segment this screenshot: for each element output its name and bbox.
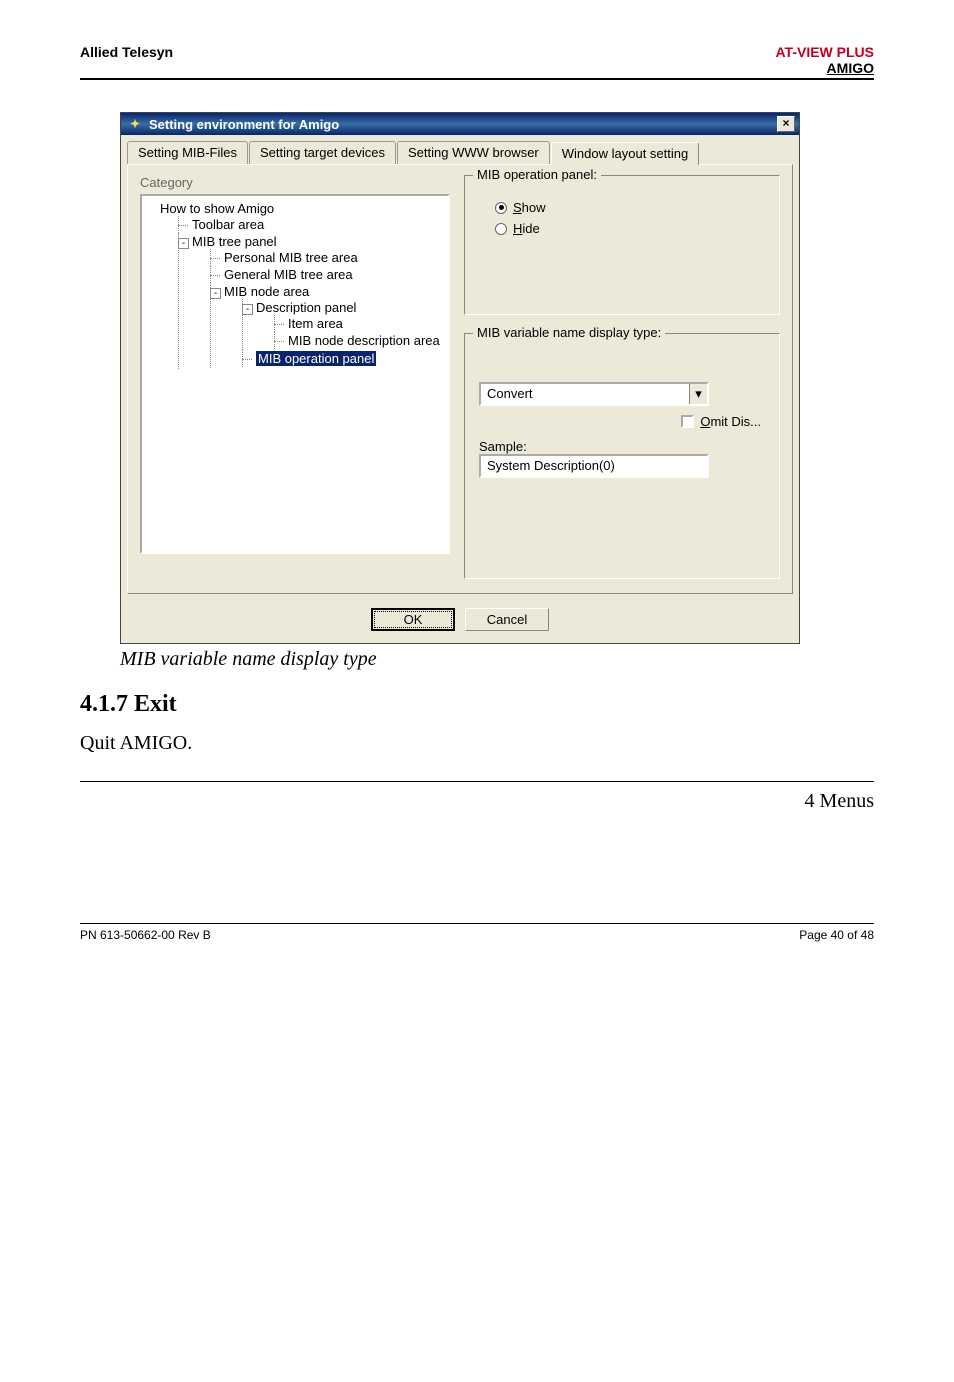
- section-heading: 4.1.7 Exit: [80, 691, 874, 718]
- display-type-combo[interactable]: Convert ▾: [479, 382, 709, 406]
- radio-show-label: Show: [513, 200, 546, 215]
- expander-icon[interactable]: -: [178, 238, 189, 249]
- tree-root-label: How to show Amigo: [160, 201, 274, 216]
- tree-mib-tree-label: MIB tree panel: [192, 234, 277, 249]
- category-label: Category: [140, 175, 450, 190]
- tree-mib-tree-panel[interactable]: -MIB tree panel Personal MIB tree area G…: [178, 233, 446, 369]
- combo-value: Convert: [481, 384, 689, 404]
- omit-check[interactable]: Omit Dis...: [479, 414, 765, 429]
- footer-right: Page 40 of 48: [799, 928, 874, 942]
- tab-target-devices[interactable]: Setting target devices: [249, 141, 396, 164]
- tabstrip: Setting MIB-Files Setting target devices…: [121, 135, 799, 164]
- radio-show[interactable]: Show: [479, 200, 765, 215]
- settings-dialog: ✦ Setting environment for Amigo × Settin…: [120, 112, 800, 644]
- app-icon: ✦: [127, 116, 143, 132]
- tree-toolbar-label: Toolbar area: [192, 217, 264, 232]
- tab-window-layout[interactable]: Window layout setting: [551, 142, 699, 165]
- dialog-buttons: OK Cancel: [121, 600, 799, 643]
- footer-left: PN 613-50662-00 Rev B: [80, 928, 211, 942]
- expander-icon[interactable]: -: [242, 304, 253, 315]
- section-body: Quit AMIGO.: [80, 732, 874, 755]
- figure-caption: MIB variable name display type: [120, 648, 874, 671]
- tree-op-panel[interactable]: MIB operation panel: [242, 350, 446, 367]
- tree-item-area-label: Item area: [288, 316, 343, 331]
- close-button[interactable]: ×: [777, 116, 795, 132]
- op-panel-legend: MIB operation panel:: [473, 167, 601, 182]
- tree-node-desc-label: MIB node description area: [288, 333, 440, 348]
- tree-personal-label: Personal MIB tree area: [224, 250, 358, 265]
- tree-node-area[interactable]: -MIB node area -Description panel Item a…: [210, 283, 446, 368]
- header-sub: AMIGO: [775, 60, 874, 76]
- display-type-group: MIB variable name display type: Convert …: [464, 333, 780, 579]
- titlebar: ✦ Setting environment for Amigo ×: [121, 113, 799, 135]
- tree-toolbar[interactable]: Toolbar area: [178, 216, 446, 233]
- tree-general[interactable]: General MIB tree area: [210, 266, 446, 283]
- omit-label: Omit Dis...: [700, 414, 761, 429]
- ok-button[interactable]: OK: [371, 608, 455, 631]
- radio-hide[interactable]: Hide: [479, 221, 765, 236]
- menus-label: 4 Menus: [80, 790, 874, 813]
- display-type-legend: MIB variable name display type:: [473, 325, 665, 340]
- tab-panel: Category How to show Amigo Toolbar area …: [127, 164, 793, 594]
- tab-mib-files[interactable]: Setting MIB-Files: [127, 141, 248, 164]
- category-tree[interactable]: How to show Amigo Toolbar area -MIB tree…: [140, 194, 450, 554]
- sample-field[interactable]: System Description(0): [479, 454, 709, 478]
- header-product: AT-VIEW PLUS: [775, 44, 874, 60]
- tree-desc-panel[interactable]: -Description panel Item area MIB node de…: [242, 299, 446, 350]
- page-footer: PN 613-50662-00 Rev B Page 40 of 48: [80, 923, 874, 942]
- dialog-title: Setting environment for Amigo: [149, 117, 339, 132]
- tab-www-browser[interactable]: Setting WWW browser: [397, 141, 550, 164]
- checkbox-icon: [681, 415, 694, 428]
- radio-icon: [495, 223, 507, 235]
- radio-icon: [495, 202, 507, 214]
- tree-root[interactable]: How to show Amigo Toolbar area -MIB tree…: [146, 200, 446, 370]
- cancel-button[interactable]: Cancel: [465, 608, 549, 631]
- tree-item-area[interactable]: Item area: [274, 315, 446, 332]
- separator: [80, 781, 874, 782]
- tree-personal[interactable]: Personal MIB tree area: [210, 249, 446, 266]
- tree-op-panel-label: MIB operation panel: [256, 351, 376, 366]
- chevron-down-icon[interactable]: ▾: [689, 384, 707, 404]
- page-header: Allied Telesyn AT-VIEW PLUS AMIGO: [80, 44, 874, 80]
- tree-general-label: General MIB tree area: [224, 267, 353, 282]
- tree-node-area-label: MIB node area: [224, 284, 309, 299]
- tree-node-desc[interactable]: MIB node description area: [274, 332, 446, 349]
- expander-icon[interactable]: -: [210, 288, 221, 299]
- dialog-screenshot: ✦ Setting environment for Amigo × Settin…: [120, 112, 800, 644]
- header-right: AT-VIEW PLUS AMIGO: [775, 44, 874, 76]
- sample-label: Sample:: [479, 439, 765, 454]
- header-left: Allied Telesyn: [80, 44, 173, 60]
- tree-desc-panel-label: Description panel: [256, 300, 356, 315]
- op-panel-group: MIB operation panel: Show Hide: [464, 175, 780, 315]
- radio-hide-label: Hide: [513, 221, 540, 236]
